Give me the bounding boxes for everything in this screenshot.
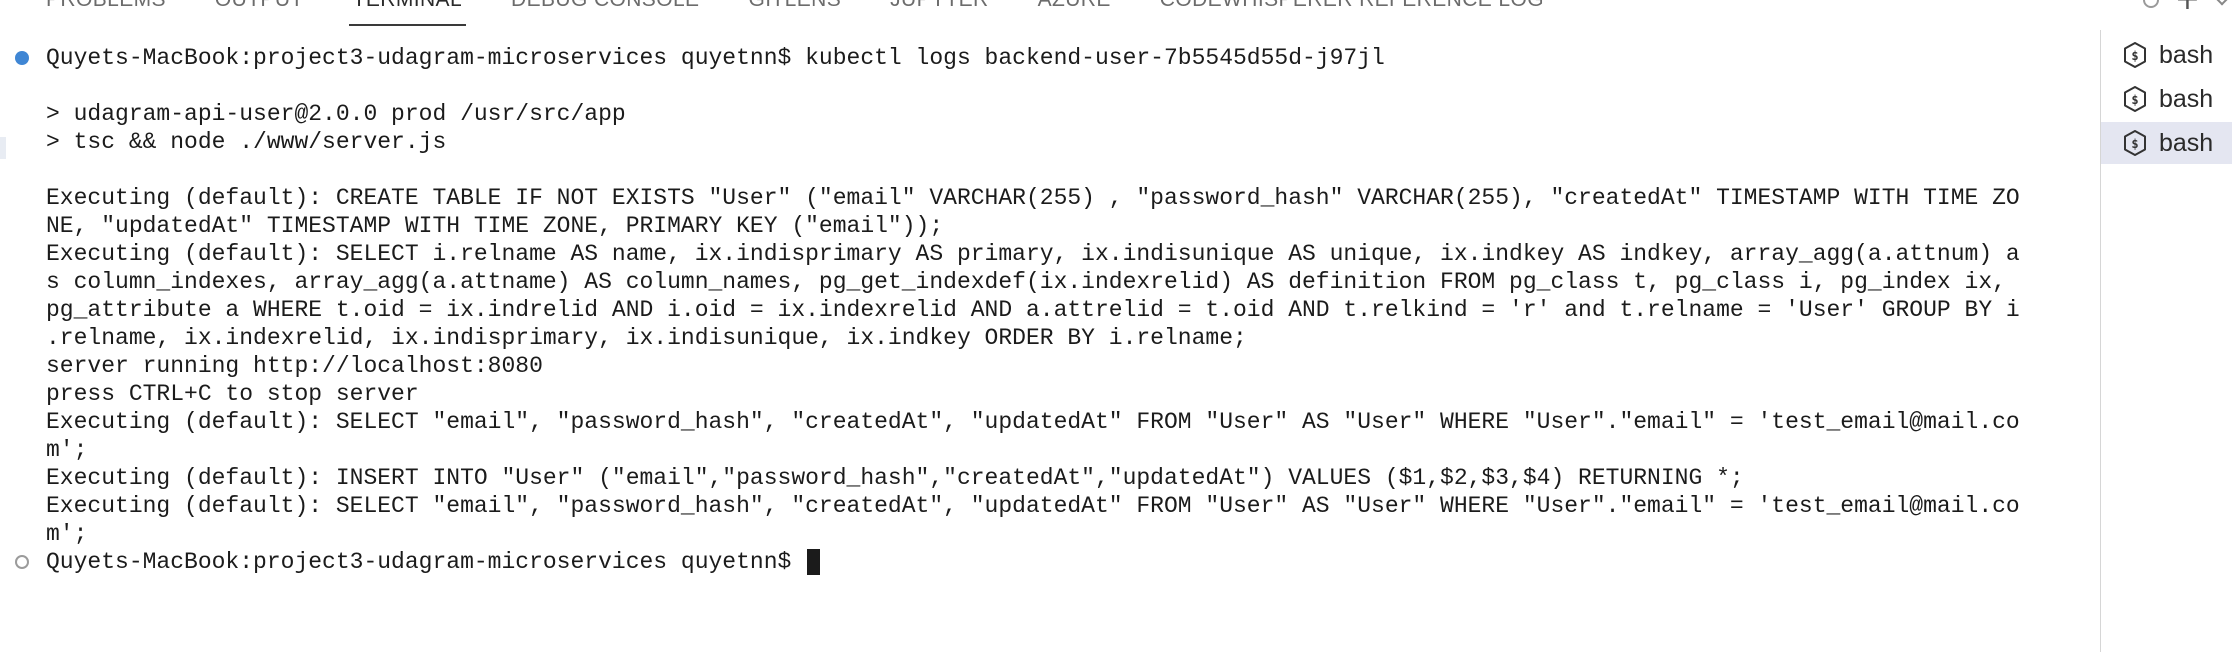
terminal-line: s column_indexes, array_agg(a.attname) A… (46, 269, 2006, 295)
terminal-prompt: Quyets-MacBook:project3-udagram-microser… (46, 549, 806, 575)
terminal-line: press CTRL+C to stop server (46, 381, 419, 407)
svg-text:$: $ (2131, 137, 2138, 151)
terminal-prompt-line[interactable]: Quyets-MacBook:project3-udagram-microser… (46, 548, 821, 576)
tab-problems[interactable]: PROBLEMS (46, 0, 166, 14)
tab-jupyter[interactable]: JUPYTER (890, 0, 988, 14)
tab-terminal[interactable]: TERMINAL (348, 0, 467, 26)
terminal-cursor (807, 549, 821, 575)
terminal-tab-bash-3[interactable]: $ bash (2101, 122, 2232, 164)
terminal-line: m'; (46, 521, 88, 547)
terminal-line: Executing (default): CREATE TABLE IF NOT… (46, 185, 2020, 211)
terminal-tab-label: bash (2159, 129, 2214, 157)
terminal-line: .relname, ix.indexrelid, ix.indisprimary… (46, 325, 1247, 351)
terminal-shell-icon: $ (2124, 42, 2146, 68)
command-success-decoration-icon[interactable] (15, 51, 29, 65)
chevron-down-icon[interactable] (2213, 0, 2231, 6)
panel-actions: + (2142, 0, 2232, 15)
tab-azure[interactable]: AZURE (1038, 0, 1111, 14)
terminal-shell-icon: $ (2124, 130, 2146, 156)
terminal-line: > tsc && node ./www/server.js (46, 129, 447, 155)
terminal-tab-label: bash (2159, 85, 2214, 113)
terminal-tab-bash-1[interactable]: $ bash (2101, 34, 2232, 76)
terminal-tabs-list: $ bash $ bash $ bash (2101, 34, 2232, 166)
new-terminal-plus-icon[interactable]: + (2175, 0, 2200, 15)
tab-gitlens[interactable]: GITLENS (748, 0, 841, 14)
terminal-line: NE, "updatedAt" TIMESTAMP WITH TIME ZONE… (46, 213, 944, 239)
terminal-line: m'; (46, 437, 88, 463)
terminal-line: > udagram-api-user@2.0.0 prod /usr/src/a… (46, 101, 626, 127)
tab-output[interactable]: OUTPUT (215, 0, 304, 14)
terminal-output[interactable]: Quyets-MacBook:project3-udagram-microser… (0, 44, 2098, 604)
command-idle-decoration-icon[interactable] (15, 555, 29, 569)
terminal-line: Executing (default): SELECT i.relname AS… (46, 241, 2020, 267)
tab-codewhisperer-reference-log[interactable]: CODEWHISPERER REFERENCE LOG (1160, 0, 1544, 14)
terminal-line: server running http://localhost:8080 (46, 353, 543, 379)
tab-debug-console[interactable]: DEBUG CONSOLE (511, 0, 699, 14)
terminal-line: Quyets-MacBook:project3-udagram-microser… (46, 45, 1385, 71)
circle-icon[interactable] (2142, 0, 2159, 8)
svg-text:$: $ (2131, 93, 2138, 107)
panel-tab-bar: PROBLEMS OUTPUT TERMINAL DEBUG CONSOLE G… (0, 0, 1593, 26)
terminal-shell-icon: $ (2124, 86, 2146, 112)
terminal-line: Executing (default): SELECT "email", "pa… (46, 409, 2020, 435)
svg-text:$: $ (2131, 49, 2138, 63)
terminal-tab-label: bash (2159, 41, 2214, 69)
terminal-line: pg_attribute a WHERE t.oid = ix.indrelid… (46, 297, 2020, 323)
terminal-tab-bash-2[interactable]: $ bash (2101, 78, 2232, 120)
terminal-line: Executing (default): SELECT "email", "pa… (46, 493, 2020, 519)
terminal-line: Executing (default): INSERT INTO "User" … (46, 465, 1744, 491)
